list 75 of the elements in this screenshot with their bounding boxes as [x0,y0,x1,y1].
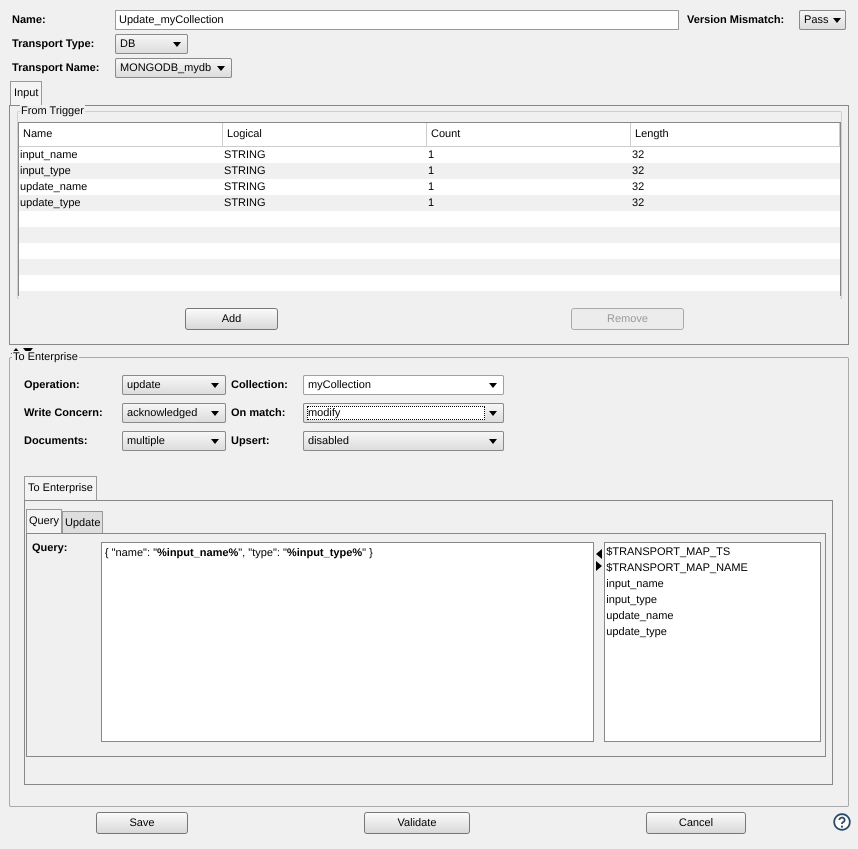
list-item[interactable]: input_name [605,576,820,592]
list-item[interactable]: update_type [605,624,820,640]
caret-icon [173,42,181,46]
group-title: To Enterprise [12,351,79,363]
table-cell-text: 1 [427,148,436,163]
move-arrows-icon[interactable] [596,549,602,571]
field-label: Transport Name: [12,62,100,74]
caret-icon [489,382,497,388]
table-cell-text: 32 [631,180,646,195]
dropdown[interactable]: myCollection [303,375,504,395]
dropdown[interactable]: DB [115,34,188,54]
query-editor[interactable]: { "name": "%input_name%", "type": "%input_type%" } [100,542,594,742]
selected-value: update [126,378,162,392]
caret-icon [211,382,219,388]
help-icon[interactable] [833,813,851,831]
selected-value: disabled [307,434,350,448]
caret-icon [217,66,225,70]
dropdown[interactable]: disabled [303,431,504,451]
table-cell-text: 32 [631,164,646,179]
tab[interactable]: Update [62,511,104,533]
field-label: Version Mismatch: [687,14,786,26]
selected-value: multiple [126,434,166,448]
dropdown[interactable]: multiple [122,431,226,451]
table-cell-text: update_name [19,180,88,195]
column-header[interactable]: Count [427,123,631,146]
table-cell-text: 1 [427,164,436,179]
field-label: Write Concern: [24,407,104,419]
list-item[interactable]: update_name [605,608,820,624]
field-label: Upsert: [231,435,271,447]
field-label: Collection: [231,379,289,391]
button[interactable]: Cancel [646,812,746,834]
table-cell-text: 32 [631,148,646,163]
button[interactable]: Validate [364,812,470,834]
selected-value: modify [307,406,485,420]
add-button[interactable]: Add [185,308,278,330]
name-field[interactable]: Update_myCollection [115,10,679,30]
table-cell-text: update_type [19,196,82,211]
table-cell-text: input_type [19,164,72,179]
table-cell-text: 1 [427,180,436,195]
column-header[interactable]: Name [19,123,223,146]
selected-value: acknowledged [126,406,198,420]
tab[interactable]: Input [10,81,42,105]
tab[interactable]: To Enterprise [24,476,97,500]
group-title: From Trigger [20,105,85,117]
list-item[interactable]: $TRANSPORT_MAP_NAME [605,560,820,576]
table-cell-text: input_name [19,148,78,163]
table-cell-text: STRING [223,180,267,195]
field-label: Query: [32,542,68,556]
caret-icon [211,438,219,444]
dropdown[interactable]: modify [303,403,504,423]
table-cell-text: STRING [223,164,267,179]
column-header[interactable]: Logical [223,123,427,146]
list-item[interactable]: $TRANSPORT_MAP_TS [605,544,820,560]
field-label: On match: [231,407,286,419]
caret-icon [489,438,497,444]
table-cell-text: STRING [223,148,267,163]
field-label: Name: [12,14,47,26]
field-label: Operation: [24,379,81,391]
table-cell-text: 32 [631,196,646,211]
button[interactable]: Save [96,812,188,834]
table-cell-text: 1 [427,196,436,211]
dropdown[interactable]: acknowledged [122,403,226,423]
column-header[interactable]: Length [631,123,840,146]
caret-icon [833,18,842,22]
field-label: Transport Type: [12,38,96,50]
list-item[interactable]: input_type [605,592,820,608]
selected-value: myCollection [307,378,372,392]
dropdown[interactable]: Pass [799,10,846,30]
field-label: Documents: [24,435,89,447]
caret-icon [489,410,497,416]
tab[interactable]: Query [26,509,62,533]
caret-icon [211,410,219,416]
dropdown[interactable]: update [122,375,226,395]
dropdown[interactable]: MONGODB_mydb [115,58,232,78]
table-cell-text: STRING [223,196,267,211]
